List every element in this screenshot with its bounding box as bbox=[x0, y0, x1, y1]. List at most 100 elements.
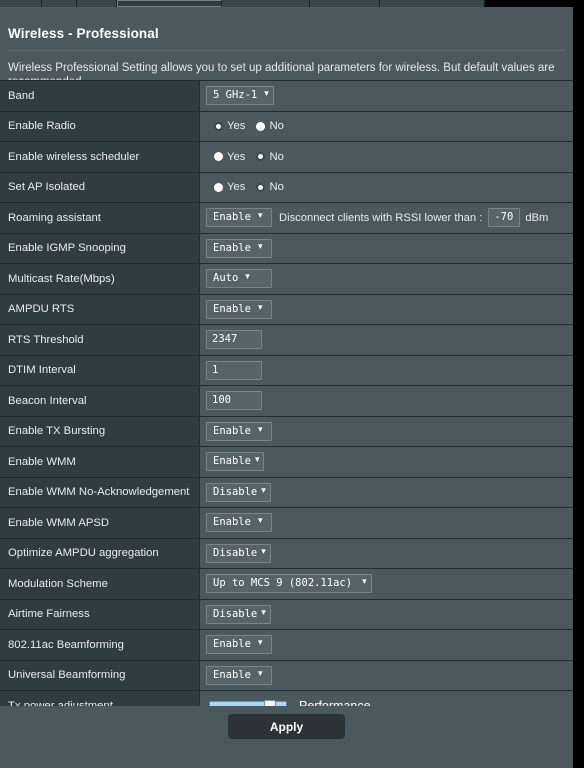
table-row-wireless-scheduler: Enable wireless scheduler Yes No bbox=[0, 142, 573, 173]
label-modulation-scheme: Modulation Scheme bbox=[0, 569, 200, 599]
modulation-scheme-select[interactable]: Up to MCS 9 (802.11ac) ▾ bbox=[206, 574, 372, 594]
wmm-no-ack-select-value: Disable bbox=[213, 485, 258, 498]
footer-filler bbox=[0, 756, 573, 768]
enable-radio-no[interactable]: No bbox=[256, 120, 284, 132]
value-ap-isolated: Yes No bbox=[200, 173, 573, 203]
ap-isolated-radio-group: Yes No bbox=[206, 181, 284, 193]
chevron-down-icon: ▾ bbox=[257, 638, 263, 649]
enable-radio-yes-label: Yes bbox=[227, 120, 246, 133]
modulation-scheme-select-value: Up to MCS 9 (802.11ac) bbox=[213, 577, 353, 590]
label-igmp-snooping: Enable IGMP Snooping bbox=[0, 233, 200, 263]
radio-dot-icon bbox=[256, 121, 266, 131]
enable-radio-yes[interactable]: Yes bbox=[214, 120, 245, 132]
band-select-value: 5 GHz-1 bbox=[213, 89, 258, 102]
chevron-down-icon: ▾ bbox=[254, 455, 260, 466]
band-select[interactable]: 5 GHz-1 ▾ bbox=[206, 86, 274, 106]
label-multicast-rate: Multicast Rate(Mbps) bbox=[0, 264, 200, 294]
label-beacon-interval: Beacon Interval bbox=[0, 386, 200, 416]
igmp-snooping-select[interactable]: Enable ▾ bbox=[206, 238, 272, 258]
radio-dot-icon bbox=[214, 182, 223, 192]
table-row-enable-radio: Enable Radio Yes No bbox=[0, 111, 573, 142]
table-row-wmm-apsd: Enable WMM APSD Enable ▾ bbox=[0, 508, 573, 539]
radio-dot-selected-icon bbox=[256, 182, 266, 192]
tab-partial-3[interactable] bbox=[77, 0, 117, 7]
table-row-beamforming-11ac: 802.11ac Beamforming Enable ▾ bbox=[0, 630, 573, 661]
table-row-airtime-fairness: Airtime Fairness Disable ▾ bbox=[0, 599, 573, 630]
roaming-assistant-select-value: Enable bbox=[213, 211, 251, 224]
value-igmp-snooping: Enable ▾ bbox=[200, 234, 573, 264]
ampdu-rts-select[interactable]: Enable ▾ bbox=[206, 299, 272, 319]
ap-isolated-no[interactable]: No bbox=[256, 181, 284, 193]
roaming-assistant-select[interactable]: Enable ▾ bbox=[206, 208, 272, 228]
table-row-optimize-ampdu: Optimize AMPDU aggregation Disable ▾ bbox=[0, 538, 573, 569]
value-universal-beamforming: Enable ▾ bbox=[200, 661, 573, 691]
tab-partial-7[interactable] bbox=[380, 0, 485, 7]
table-row-beacon-interval: Beacon Interval 100 bbox=[0, 386, 573, 417]
value-tx-bursting: Enable ▾ bbox=[200, 417, 573, 447]
wmm-no-ack-select[interactable]: Disable ▾ bbox=[206, 482, 271, 502]
label-airtime-fairness: Airtime Fairness bbox=[0, 599, 200, 629]
chevron-down-icon: ▾ bbox=[261, 546, 266, 557]
ap-isolated-yes[interactable]: Yes bbox=[214, 181, 245, 193]
airtime-fairness-select-value: Disable bbox=[213, 607, 258, 620]
chevron-down-icon: ▾ bbox=[257, 211, 263, 222]
top-tab-strip bbox=[0, 0, 573, 7]
chevron-down-icon: ▾ bbox=[257, 668, 263, 679]
table-row-ap-isolated: Set AP Isolated Yes No bbox=[0, 172, 573, 203]
airtime-fairness-select[interactable]: Disable ▾ bbox=[206, 604, 271, 624]
rssi-threshold-input[interactable]: -70 bbox=[488, 208, 521, 228]
multicast-rate-select-value: Auto bbox=[213, 272, 239, 285]
label-wmm-no-ack: Enable WMM No-Acknowledgement bbox=[0, 477, 200, 507]
beamforming-11ac-select[interactable]: Enable ▾ bbox=[206, 635, 272, 655]
value-wireless-scheduler: Yes No bbox=[200, 142, 573, 172]
enable-radio-group: Yes No bbox=[206, 120, 284, 132]
table-row-band: Band 5 GHz-1 ▾ bbox=[0, 81, 573, 112]
tab-partial-4-selected[interactable] bbox=[117, 0, 222, 7]
settings-table: Band 5 GHz-1 ▾ Enable Radio Yes No Enabl… bbox=[0, 80, 573, 722]
multicast-rate-select[interactable]: Auto ▾ bbox=[206, 269, 272, 289]
tx-bursting-select[interactable]: Enable ▾ bbox=[206, 421, 272, 441]
dtim-interval-input[interactable]: 1 bbox=[206, 360, 262, 380]
tab-partial-1[interactable] bbox=[0, 0, 42, 7]
chevron-down-icon: ▾ bbox=[264, 89, 269, 100]
universal-beamforming-select-value: Enable bbox=[213, 668, 251, 681]
optimize-ampdu-select[interactable]: Disable ▾ bbox=[206, 543, 271, 563]
value-wmm-no-ack: Disable ▾ bbox=[200, 478, 573, 508]
tab-partial-2[interactable] bbox=[42, 0, 77, 7]
radio-dot-icon bbox=[214, 152, 223, 162]
rssi-threshold-label: Disconnect clients with RSSI lower than … bbox=[279, 211, 483, 224]
table-row-multicast-rate: Multicast Rate(Mbps) Auto ▾ bbox=[0, 264, 573, 295]
value-roaming-assistant: Enable ▾ Disconnect clients with RSSI lo… bbox=[200, 203, 573, 233]
content-top-spacer bbox=[0, 7, 573, 17]
wireless-scheduler-no-label: No bbox=[269, 150, 284, 163]
beamforming-11ac-select-value: Enable bbox=[213, 638, 251, 651]
rts-threshold-input[interactable]: 2347 bbox=[206, 330, 262, 350]
tab-partial-5[interactable] bbox=[222, 0, 310, 7]
value-beacon-interval: 100 bbox=[200, 386, 573, 416]
table-row-tx-bursting: Enable TX Bursting Enable ▾ bbox=[0, 416, 573, 447]
value-enable-radio: Yes No bbox=[200, 112, 573, 142]
wmm-apsd-select-value: Enable bbox=[213, 516, 251, 529]
wmm-select-value: Enable bbox=[213, 455, 251, 468]
universal-beamforming-select[interactable]: Enable ▾ bbox=[206, 665, 272, 685]
beacon-interval-input[interactable]: 100 bbox=[206, 391, 262, 411]
wireless-scheduler-radio-group: Yes No bbox=[206, 151, 284, 163]
wmm-select[interactable]: Enable ▾ bbox=[206, 452, 265, 472]
router-admin-page: Wireless - Professional Wireless Profess… bbox=[0, 0, 584, 768]
chevron-down-icon: ▾ bbox=[261, 607, 266, 618]
label-enable-radio: Enable Radio bbox=[0, 111, 200, 141]
wireless-scheduler-yes[interactable]: Yes bbox=[214, 151, 245, 163]
wireless-scheduler-no[interactable]: No bbox=[256, 150, 284, 163]
tab-partial-6[interactable] bbox=[310, 0, 380, 7]
ampdu-rts-select-value: Enable bbox=[213, 302, 251, 315]
value-beamforming-11ac: Enable ▾ bbox=[200, 630, 573, 660]
chevron-down-icon: ▾ bbox=[257, 424, 263, 435]
value-rts-threshold: 2347 bbox=[200, 325, 573, 355]
table-row-rts-threshold: RTS Threshold 2347 bbox=[0, 325, 573, 356]
label-band: Band bbox=[0, 81, 200, 111]
wmm-apsd-select[interactable]: Enable ▾ bbox=[206, 513, 272, 533]
table-row-wmm-no-ack: Enable WMM No-Acknowledgement Disable ▾ bbox=[0, 477, 573, 508]
apply-button[interactable]: Apply bbox=[228, 714, 345, 739]
optimize-ampdu-select-value: Disable bbox=[213, 546, 258, 559]
label-universal-beamforming: Universal Beamforming bbox=[0, 660, 200, 690]
